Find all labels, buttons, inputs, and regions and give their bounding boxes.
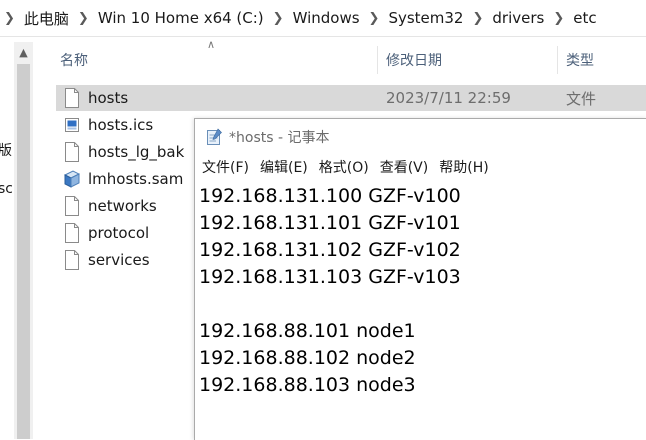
file-name: networks: [88, 197, 157, 215]
file-name: hosts.ics: [88, 116, 154, 134]
file-icon: [65, 196, 79, 216]
column-divider[interactable]: [557, 46, 558, 74]
file-name: protocol: [88, 224, 150, 242]
navigation-pane: 版 sc: [0, 37, 12, 439]
menu-help[interactable]: 帮助(H): [439, 157, 488, 177]
text-line: 192.168.88.103 node3: [199, 374, 416, 396]
text-line: 192.168.88.101 node1: [199, 320, 416, 342]
notepad-title-bar[interactable]: *hosts - 记事本: [195, 119, 646, 155]
scrollbar-thumb[interactable]: [17, 64, 30, 439]
text-line: 192.168.131.100 GZF-v100: [199, 185, 461, 207]
breadcrumb-system32[interactable]: System32: [388, 9, 463, 27]
notepad-window[interactable]: *hosts - 记事本 文件(F) 编辑(E) 格式(O) 查看(V) 帮助(…: [194, 118, 646, 440]
text-line: 192.168.131.101 GZF-v101: [199, 212, 461, 234]
notepad-menu-bar: 文件(F) 编辑(E) 格式(O) 查看(V) 帮助(H): [195, 155, 646, 179]
nav-fragment[interactable]: sc: [0, 181, 12, 197]
chevron-right-icon[interactable]: ❯: [553, 11, 564, 26]
column-header-type[interactable]: 类型: [566, 44, 594, 76]
nav-fragment[interactable]: 版: [0, 140, 12, 160]
file-icon: [65, 223, 79, 243]
file-icon: [65, 250, 79, 270]
column-header-date[interactable]: 修改日期: [386, 44, 442, 76]
nav-scrollbar[interactable]: ▲: [14, 42, 33, 439]
file-row-hosts[interactable]: hosts 2023/7/11 22:59 文件: [56, 85, 646, 111]
text-line: 192.168.131.102 GZF-v102: [199, 239, 461, 261]
file-name: hosts_lg_bak: [88, 143, 185, 161]
file-date: 2023/7/11 22:59: [386, 89, 511, 107]
sort-ascending-icon: ∧: [207, 38, 216, 51]
address-bar[interactable]: ❯ 此电脑 ❯ Win 10 Home x64 (C:) ❯ Windows ❯…: [0, 0, 646, 37]
file-name: hosts: [88, 89, 129, 107]
notepad-app-icon: [207, 128, 222, 145]
file-icon: [65, 88, 79, 108]
menu-file[interactable]: 文件(F): [202, 157, 249, 177]
breadcrumb-drivers[interactable]: drivers: [492, 9, 544, 27]
file-name: lmhosts.sam: [88, 170, 184, 188]
ics-file-icon: [65, 118, 79, 132]
breadcrumb-windows[interactable]: Windows: [293, 9, 360, 27]
notepad-text-area[interactable]: 192.168.131.100 GZF-v100 192.168.131.101…: [199, 183, 646, 440]
breadcrumb-etc[interactable]: etc: [573, 9, 596, 27]
breadcrumb-this-pc[interactable]: 此电脑: [24, 8, 69, 29]
column-divider[interactable]: [377, 46, 378, 74]
menu-view[interactable]: 查看(V): [380, 157, 429, 177]
text-line: 192.168.88.102 node2: [199, 347, 416, 369]
file-name: services: [88, 251, 150, 269]
chevron-right-icon[interactable]: ❯: [472, 11, 483, 26]
chevron-right-icon[interactable]: ❯: [4, 11, 15, 26]
chevron-right-icon[interactable]: ❯: [369, 11, 380, 26]
scroll-up-arrow-icon[interactable]: ▲: [14, 44, 33, 60]
chevron-right-icon[interactable]: ❯: [273, 11, 284, 26]
menu-format[interactable]: 格式(O): [319, 157, 369, 177]
notepad-title: *hosts - 记事本: [229, 130, 330, 146]
sam-file-icon: [64, 170, 80, 188]
file-type: 文件: [566, 89, 597, 108]
text-line: [199, 291, 646, 318]
column-header-name[interactable]: 名称: [60, 44, 88, 76]
file-icon: [65, 142, 79, 162]
chevron-right-icon[interactable]: ❯: [78, 11, 89, 26]
menu-edit[interactable]: 编辑(E): [260, 157, 308, 177]
text-line: 192.168.131.103 GZF-v103: [199, 266, 461, 288]
breadcrumb-drive-c[interactable]: Win 10 Home x64 (C:): [98, 9, 264, 27]
